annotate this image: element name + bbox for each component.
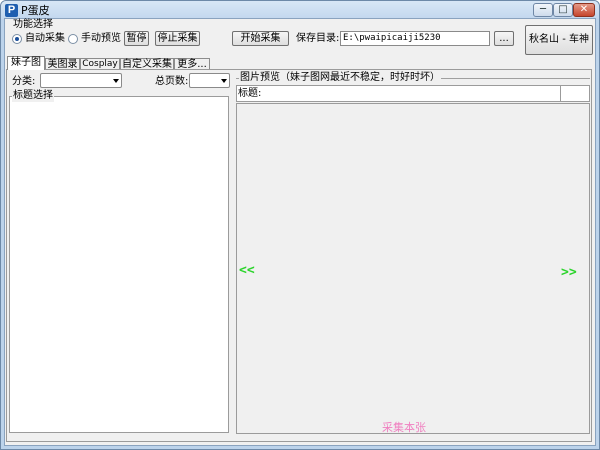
prev-image-button[interactable]: << [239, 264, 255, 278]
title-bar[interactable]: P P蛋皮 ─ □ ✕ [1, 1, 599, 19]
signature-button[interactable]: 秋名山 - 车神 [525, 25, 593, 55]
image-preview-area[interactable]: << >> 采集本张 [236, 103, 590, 434]
category-select[interactable] [40, 73, 122, 88]
function-group-title: 功能选择 [12, 19, 54, 31]
total-pages-select[interactable] [189, 73, 230, 88]
pause-button[interactable]: 暂停 [124, 31, 149, 46]
title-select-list[interactable] [9, 96, 229, 433]
maximize-button[interactable]: □ [553, 3, 573, 17]
caption-bar: 标题: [236, 85, 590, 102]
save-dir-label: 保存目录: [296, 33, 340, 44]
category-label: 分类: [12, 76, 36, 87]
collect-this-button[interactable]: 采集本张 [382, 422, 426, 434]
stop-collect-button[interactable]: 停止采集 [155, 31, 200, 46]
tab-meizitu[interactable]: 妹子图 [7, 56, 45, 70]
minimize-button[interactable]: ─ [533, 3, 553, 17]
next-image-button[interactable]: >> [561, 266, 577, 280]
chevron-down-icon [113, 79, 119, 83]
title-select-label: 标题选择 [12, 90, 54, 102]
auto-collect-radio[interactable] [12, 34, 22, 44]
browse-button[interactable]: ... [494, 31, 514, 46]
app-icon: P [5, 4, 18, 17]
caption-divider [560, 86, 561, 101]
total-pages-label: 总页数: [155, 76, 189, 87]
preview-title: 图片预览（妹子图网最近不稳定，时好时坏） [239, 72, 441, 84]
auto-collect-label[interactable]: 自动采集 [25, 33, 65, 45]
chevron-down-icon [221, 79, 227, 83]
save-dir-input[interactable]: E:\pwaipicaiji5230 [340, 31, 490, 46]
start-collect-button[interactable]: 开始采集 [232, 31, 289, 46]
close-button[interactable]: ✕ [573, 3, 595, 17]
caption-label: 标题: [238, 88, 262, 99]
manual-preview-label[interactable]: 手动预览 [81, 33, 121, 45]
manual-preview-radio[interactable] [68, 34, 78, 44]
window-title: P蛋皮 [21, 4, 50, 17]
